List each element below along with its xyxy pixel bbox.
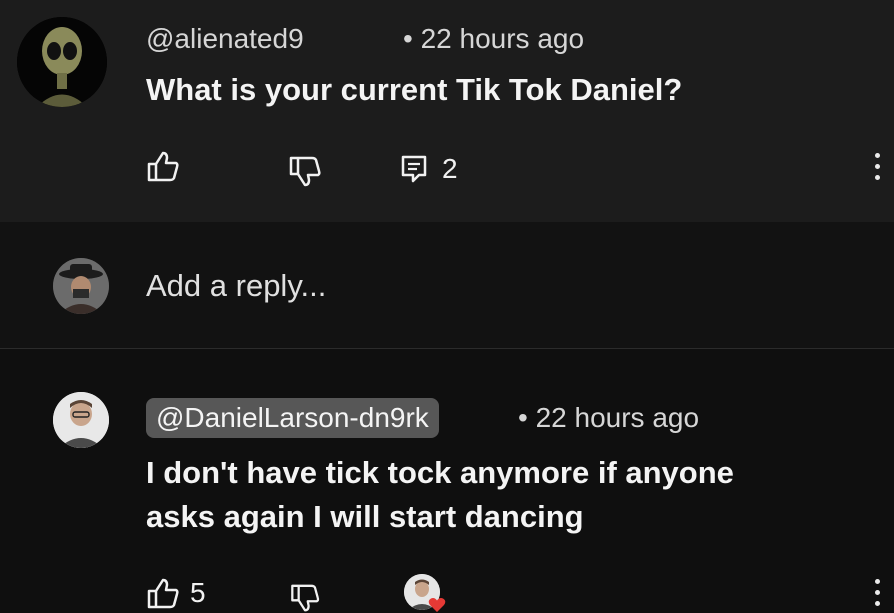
comment-icon bbox=[401, 155, 427, 183]
current-user-avatar bbox=[53, 258, 109, 314]
thumbs-down-icon bbox=[289, 156, 321, 187]
daniel-avatar-image bbox=[53, 392, 109, 448]
alien-avatar-image bbox=[17, 17, 107, 107]
divider bbox=[0, 348, 894, 349]
replies-button[interactable]: 2 bbox=[400, 153, 458, 185]
kebab-dot bbox=[874, 590, 880, 595]
comment-text: What is your current Tik Tok Daniel? bbox=[146, 72, 683, 107]
add-reply-input[interactable]: Add a reply... bbox=[146, 268, 326, 304]
dislike-button[interactable] bbox=[288, 156, 322, 188]
comment-menu-button[interactable] bbox=[872, 153, 882, 180]
thumbs-down-icon bbox=[291, 584, 320, 612]
comment-time: • 22 hours ago bbox=[403, 23, 585, 54]
reply-text-line-2: asks again I will start dancing bbox=[146, 499, 584, 534]
comment-author[interactable]: @alienated9 bbox=[146, 23, 304, 55]
reply-text-line-1: I don't have tick tock anymore if anyone bbox=[146, 455, 734, 490]
reply-count: 2 bbox=[442, 153, 458, 184]
alien-avatar[interactable] bbox=[17, 17, 107, 107]
reply-time: • 22 hours ago bbox=[518, 402, 700, 433]
kebab-dot bbox=[874, 601, 880, 606]
heart-icon bbox=[428, 598, 446, 612]
reply-dislike-button[interactable] bbox=[288, 584, 322, 613]
reply-author-badge[interactable]: @DanielLarson-dn9rk bbox=[146, 398, 439, 438]
thumbs-up-icon bbox=[147, 151, 179, 182]
cowboy-avatar-image bbox=[53, 258, 109, 314]
thumbs-up-icon bbox=[147, 578, 179, 609]
kebab-dot bbox=[874, 153, 880, 158]
reply-like-count: 5 bbox=[190, 577, 206, 608]
add-reply-row: Add a reply... bbox=[0, 222, 894, 348]
kebab-dot bbox=[874, 175, 880, 180]
reply-like-button[interactable]: 5 bbox=[146, 577, 206, 609]
reply-menu-button[interactable] bbox=[872, 579, 882, 606]
like-button[interactable] bbox=[146, 150, 180, 182]
kebab-dot bbox=[874, 579, 880, 584]
top-comment: @alienated9 • 22 hours ago What is your … bbox=[0, 0, 894, 222]
daniel-avatar[interactable] bbox=[53, 392, 109, 448]
kebab-dot bbox=[874, 164, 880, 169]
